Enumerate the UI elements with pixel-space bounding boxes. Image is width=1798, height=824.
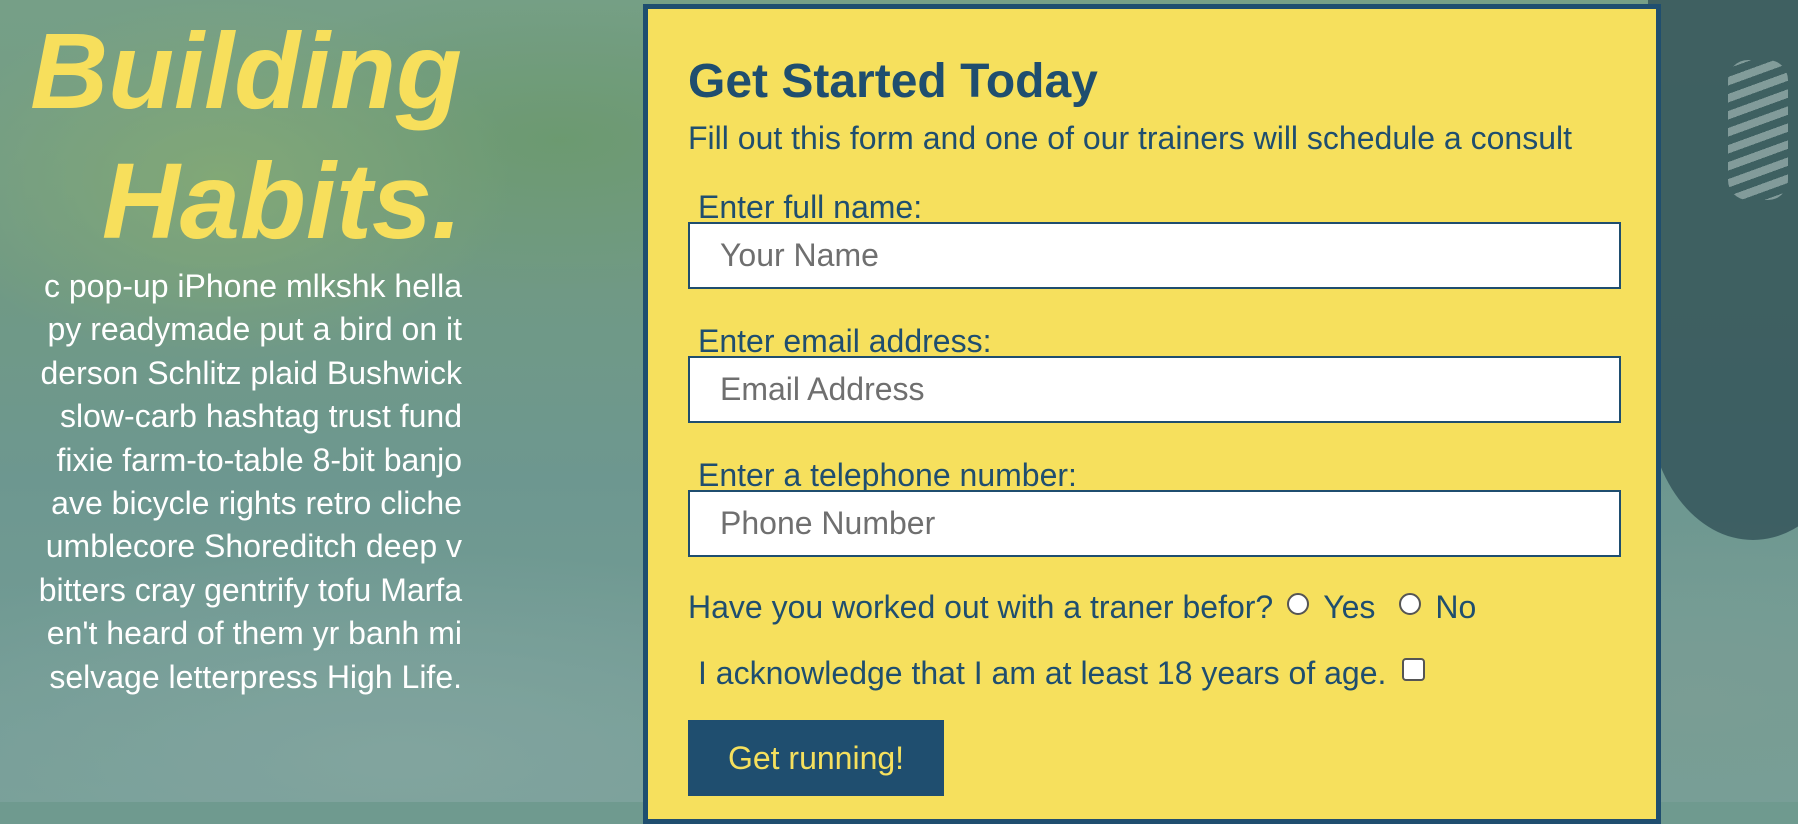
hero-line: derson Schlitz plaid Bushwick bbox=[40, 354, 462, 391]
hero-paragraph: c pop-up iPhone mlkshk hella py readymade… bbox=[0, 265, 462, 699]
get-running-button[interactable]: Get running! bbox=[688, 720, 944, 796]
hero-title-line2: Habits. bbox=[101, 140, 462, 261]
no-radio[interactable] bbox=[1399, 592, 1422, 615]
yes-radio-label[interactable]: Yes bbox=[1323, 589, 1375, 626]
hero-line: selvage letterpress High Life. bbox=[49, 658, 462, 695]
hero-line: en't heard of them yr banh mi bbox=[46, 615, 462, 652]
age-ack-row: I acknowledge that I am at least 18 year… bbox=[698, 655, 1426, 692]
age-ack-checkbox[interactable] bbox=[1402, 658, 1426, 681]
phone-input[interactable] bbox=[688, 490, 1621, 557]
phone-label: Enter a telephone number: bbox=[698, 457, 1077, 493]
hero-line: ave bicycle rights retro cliche bbox=[51, 485, 462, 522]
email-input[interactable] bbox=[688, 356, 1621, 423]
email-label: Enter email address: bbox=[698, 323, 992, 359]
hero-line: slow-carb hashtag trust fund bbox=[60, 398, 462, 435]
form-subtitle: Fill out this form and one of our traine… bbox=[688, 120, 1572, 156]
no-radio-label[interactable]: No bbox=[1435, 589, 1476, 626]
signup-form: Get Started Today Fill out this form and… bbox=[643, 4, 1661, 824]
yes-radio[interactable] bbox=[1287, 592, 1310, 615]
hero-line: c pop-up iPhone mlkshk hella bbox=[43, 268, 462, 304]
hero-title: Building Habits. bbox=[30, 6, 462, 266]
hero-line: fixie farm-to-table 8-bit banjo bbox=[56, 441, 462, 478]
trainer-question-label: Have you worked out with a traner befor? bbox=[688, 589, 1274, 625]
name-label: Enter full name: bbox=[698, 189, 923, 225]
form-title: Get Started Today bbox=[688, 55, 1098, 108]
name-input[interactable] bbox=[688, 222, 1621, 289]
hero-title-line1: Building bbox=[30, 10, 462, 131]
hero-line: bitters cray gentrify tofu Marfa bbox=[38, 571, 462, 608]
hero-line: py readymade put a bird on it bbox=[47, 311, 462, 348]
hero-line: umblecore Shoreditch deep v bbox=[45, 528, 462, 565]
trainer-question-row: Have you worked out with a traner befor?… bbox=[688, 589, 1476, 626]
age-ack-label: I acknowledge that I am at least 18 year… bbox=[698, 655, 1387, 691]
